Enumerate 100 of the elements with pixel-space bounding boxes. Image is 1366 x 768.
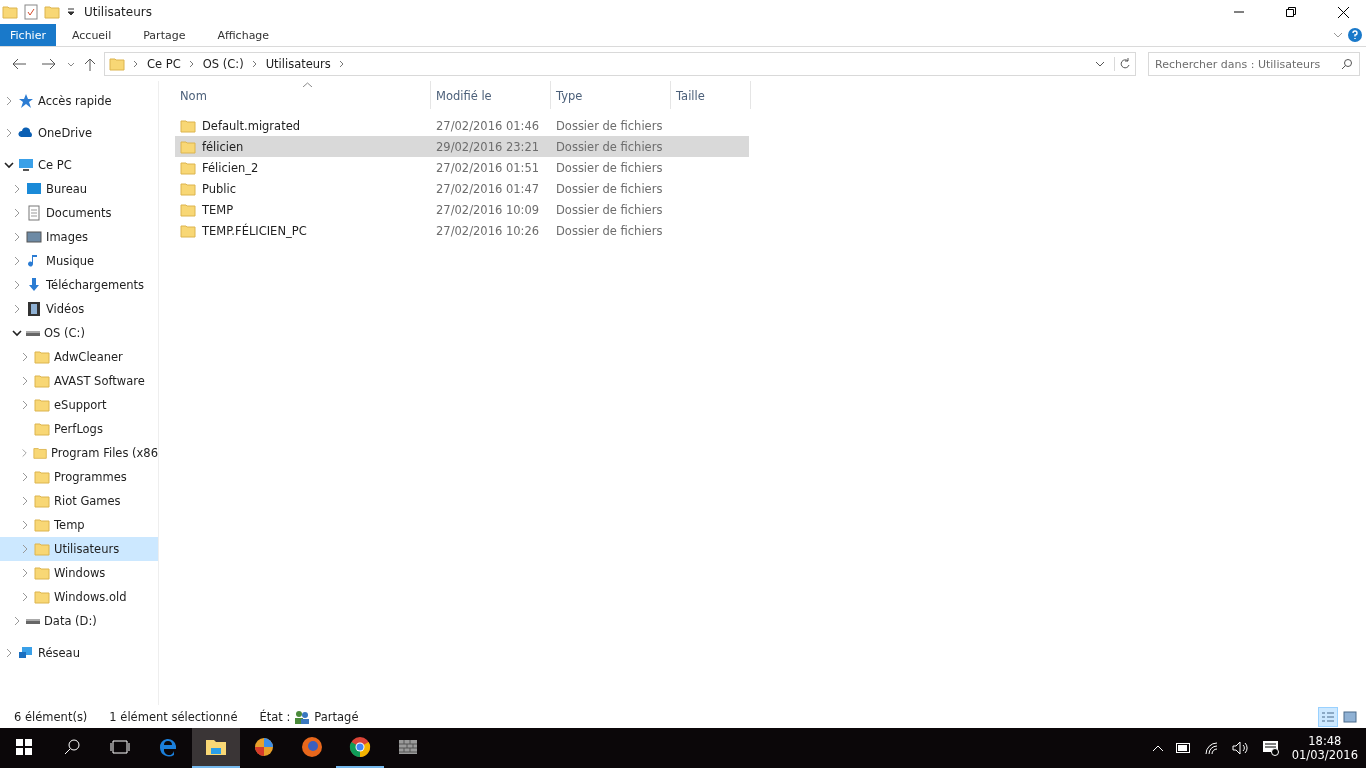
file-name: TEMP	[202, 202, 234, 217]
ribbon-tab[interactable]: Accueil	[55, 24, 128, 46]
breadcrumb[interactable]: OS (C:)	[202, 57, 244, 71]
type-cell-text: Dossier de fichiers	[555, 202, 664, 217]
folder-icon	[34, 494, 50, 508]
folder-icon	[34, 422, 50, 436]
folder-icon	[180, 118, 196, 133]
date-cell-text: 29/02/2016 23:21	[435, 139, 541, 154]
folder-icon	[109, 57, 125, 71]
nav-item[interactable]: OS (C:)	[0, 321, 158, 345]
view-button[interactable]	[1318, 706, 1338, 727]
selection-count: 1 élément sélectionné	[109, 709, 238, 724]
file-row[interactable]: Public 27/02/2016 01:47 Dossier de fichiers	[175, 178, 749, 199]
file-name: Public	[202, 181, 237, 196]
folder-icon	[34, 350, 50, 364]
folder-icon	[180, 139, 196, 154]
restore-icon[interactable]	[1286, 7, 1296, 17]
taskbar-app[interactable]	[192, 728, 240, 768]
folder-icon	[180, 181, 196, 196]
nav-item[interactable]: Riot Games	[0, 489, 158, 513]
caret-icon[interactable]	[66, 7, 76, 17]
folder-icon	[34, 542, 50, 556]
dropdown-chevron-icon[interactable]	[1094, 59, 1106, 69]
date-cell-text: 27/02/2016 01:46	[435, 118, 541, 133]
film-icon	[26, 301, 42, 317]
nav-item[interactable]: Ce PC	[0, 153, 158, 177]
nav-item[interactable]: Documents	[0, 201, 158, 225]
folder-icon	[180, 202, 196, 217]
nav-item[interactable]: Réseau	[0, 641, 158, 665]
date-cell-text: 27/02/2016 10:26	[435, 223, 541, 238]
folder-icon	[32, 446, 47, 460]
chrome-icon	[348, 735, 372, 759]
folder-icon	[2, 5, 18, 19]
folder-icon	[34, 374, 50, 388]
task-view-icon[interactable]	[110, 740, 130, 754]
users-icon	[294, 709, 311, 724]
swirl-icon	[252, 735, 276, 759]
nav-item[interactable]: AdwCleaner	[0, 345, 158, 369]
type-cell-text: Dossier de fichiers	[555, 160, 664, 175]
ribbon-tab[interactable]: Affichage	[201, 24, 286, 46]
search-field[interactable]: Rechercher dans : Utilisateurs	[1148, 52, 1360, 76]
column-header[interactable]: Nom	[175, 81, 431, 109]
item-count: 6 élément(s)	[14, 709, 88, 724]
nav-item[interactable]: Utilisateurs	[0, 537, 158, 561]
folder-icon	[180, 223, 196, 238]
new-folder-icon	[44, 5, 60, 19]
nav-item[interactable]: Windows	[0, 561, 158, 585]
battery-icon[interactable]	[1175, 743, 1192, 753]
breadcrumb[interactable]: Utilisateurs	[265, 57, 331, 71]
nav-item[interactable]: Programmes	[0, 465, 158, 489]
caret-up-icon[interactable]	[1151, 744, 1164, 752]
nav-item[interactable]: eSupport	[0, 393, 158, 417]
date-cell-text: 27/02/2016 10:09	[435, 202, 541, 217]
folder-icon	[34, 590, 50, 604]
file-row[interactable]: Default.migrated 27/02/2016 01:46 Dossier de fichiers	[175, 115, 749, 136]
chevron-icon[interactable]	[4, 160, 14, 170]
nav-item[interactable]: Téléchargements	[0, 273, 158, 297]
notification-icon[interactable]	[1261, 740, 1280, 756]
file-row[interactable]: TEMP 27/02/2016 10:09 Dossier de fichiers	[175, 199, 749, 220]
search-icon	[1341, 58, 1353, 70]
file-row[interactable]: TEMP.FÉLICIEN_PC 27/02/2016 10:26 Dossier de fichiers	[175, 220, 749, 241]
address-bar[interactable]: Ce PC OS (C:) Utilisateurs	[104, 52, 1136, 76]
globe-fox-icon	[300, 735, 324, 759]
column-header[interactable]: Taille	[671, 81, 751, 109]
nav-item[interactable]: Temp	[0, 513, 158, 537]
column-header[interactable]: Modifié le	[431, 81, 551, 109]
nav-item[interactable]: AVAST Software	[0, 369, 158, 393]
speaker-icon[interactable]	[1231, 741, 1250, 755]
nav-item[interactable]: Vidéos	[0, 297, 158, 321]
properties-icon[interactable]	[24, 4, 38, 20]
clock[interactable]: 18:48 01/03/2016	[1283, 728, 1366, 768]
close-icon[interactable]	[1337, 6, 1349, 18]
nav-item[interactable]: Program Files (x86	[0, 441, 158, 465]
nav-item[interactable]: PerfLogs	[0, 417, 158, 441]
file-row[interactable]: félicien 29/02/2016 23:21 Dossier de fichiers	[175, 136, 749, 157]
nav-item[interactable]: Data (D:)	[0, 609, 158, 633]
type-cell-text: Dossier de fichiers	[555, 139, 664, 154]
nav-item[interactable]: Bureau	[0, 177, 158, 201]
type-cell-text: Dossier de fichiers	[555, 181, 664, 196]
folder-icon	[34, 566, 50, 580]
wifi-icon[interactable]	[1203, 741, 1220, 755]
state-value: Partagé	[314, 709, 359, 724]
windows-logo-icon[interactable]	[16, 739, 32, 755]
nav-item[interactable]: Images	[0, 225, 158, 249]
breadcrumb[interactable]: Ce PC	[147, 57, 181, 71]
document-icon	[26, 205, 42, 221]
file-row[interactable]: Félicien_2 27/02/2016 01:51 Dossier de fichiers	[175, 157, 749, 178]
folder-icon	[34, 470, 50, 484]
search-icon[interactable]	[64, 739, 80, 755]
nav-item[interactable]: OneDrive	[0, 121, 158, 145]
details-view-icon	[1321, 710, 1335, 723]
picture-icon	[26, 229, 42, 245]
nav-item[interactable]: Windows.old	[0, 585, 158, 609]
type-cell-text: Dossier de fichiers	[555, 223, 664, 238]
chevron-icon[interactable]	[12, 328, 22, 338]
column-header[interactable]: Type	[551, 81, 671, 109]
nav-item[interactable]: Musique	[0, 249, 158, 273]
nav-item[interactable]: Accès rapide	[0, 89, 158, 113]
large-icons-view-icon	[1343, 710, 1357, 723]
ribbon-tab[interactable]: Partage	[127, 24, 202, 46]
